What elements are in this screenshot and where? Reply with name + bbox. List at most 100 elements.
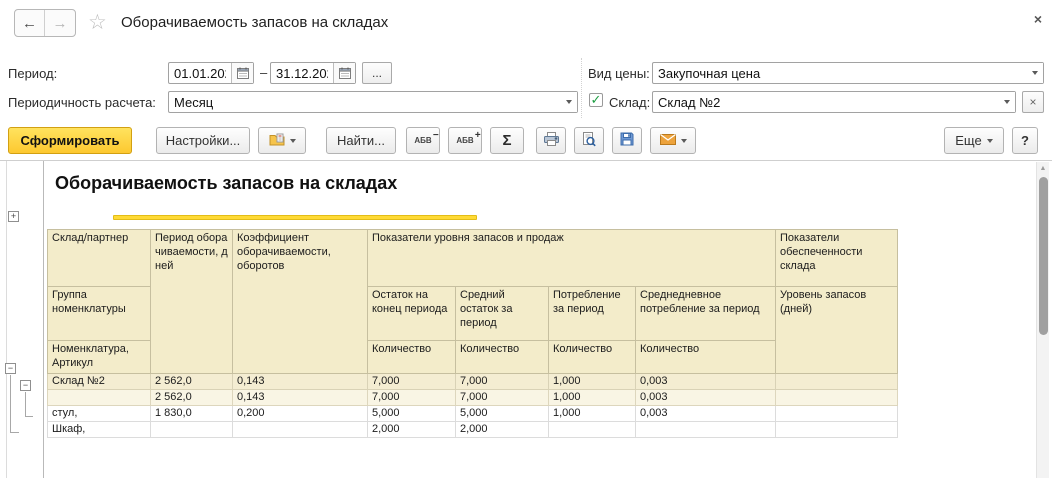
totals-button[interactable]: Σ	[490, 127, 524, 154]
row-name-cell[interactable]: Шкаф,	[47, 420, 151, 438]
header-nomenclature-sku[interactable]: Номенклатура, Артикул	[47, 340, 151, 374]
calendar-icon[interactable]	[333, 63, 355, 83]
tree-collapse-icon[interactable]: −	[5, 363, 16, 374]
expand-groups-button[interactable]: АБВ +	[448, 127, 482, 154]
cell[interactable]: 1 830,0	[150, 404, 233, 422]
more-actions-button[interactable]: Еще	[944, 127, 1004, 154]
cell[interactable]: 7,000	[455, 388, 549, 406]
cell[interactable]	[232, 420, 368, 438]
warehouse-checkbox[interactable]: ✓	[589, 93, 603, 107]
settings-button[interactable]: Настройки...	[156, 127, 250, 154]
cell[interactable]: 0,200	[232, 404, 368, 422]
cell[interactable]	[775, 388, 898, 406]
preview-button[interactable]	[574, 127, 604, 154]
cell[interactable]: 5,000	[367, 404, 456, 422]
header-end-balance[interactable]: Остаток на конец периода	[367, 286, 456, 341]
header-stock-level[interactable]: Уровень запасов (дней)	[775, 286, 898, 374]
chevron-down-icon[interactable]	[998, 92, 1015, 112]
header-quantity[interactable]: Количество	[548, 340, 636, 374]
periodicity-input[interactable]	[169, 92, 560, 112]
cell[interactable]	[635, 420, 776, 438]
generate-button[interactable]: Сформировать	[8, 127, 132, 154]
cell[interactable]	[775, 372, 898, 390]
header-avg-daily-consumption[interactable]: Среднедневное потребление за период	[635, 286, 776, 341]
scrollbar-thumb[interactable]	[1039, 177, 1048, 335]
periodicity-combo[interactable]	[168, 91, 578, 113]
cell[interactable]: 1,000	[548, 372, 636, 390]
cell[interactable]: 7,000	[367, 372, 456, 390]
cell[interactable]: 0,003	[635, 388, 776, 406]
header-turnover-ratio[interactable]: Коэффициент оборачиваемости, оборотов	[232, 229, 368, 374]
chevron-down-icon[interactable]	[560, 92, 577, 112]
warehouse-input[interactable]	[653, 92, 998, 112]
header-quantity[interactable]: Количество	[455, 340, 549, 374]
cell[interactable]: 2 562,0	[150, 388, 233, 406]
report-area: + − − Оборачиваемость запасов на складах…	[0, 160, 1052, 478]
period-from-input[interactable]	[169, 63, 231, 83]
row-name-cell[interactable]: Склад №2	[47, 372, 151, 390]
row-name-cell[interactable]	[47, 388, 151, 406]
find-button[interactable]: Найти...	[326, 127, 396, 154]
header-avg-balance[interactable]: Средний остаток за период	[455, 286, 549, 341]
collapse-groups-button[interactable]: АБВ −	[406, 127, 440, 154]
cell[interactable]: 7,000	[367, 388, 456, 406]
cell[interactable]: 2,000	[367, 420, 456, 438]
warehouse-combo[interactable]	[652, 91, 1016, 113]
preview-magnifier-icon	[582, 131, 596, 150]
cell[interactable]	[548, 420, 636, 438]
cell[interactable]	[775, 420, 898, 438]
cell[interactable]: 0,143	[232, 388, 368, 406]
help-button[interactable]: ?	[1012, 127, 1038, 154]
period-to-input[interactable]	[271, 63, 333, 83]
header-warehouse-partner[interactable]: Склад/партнер	[47, 229, 151, 287]
print-button[interactable]	[536, 127, 566, 154]
header-quantity[interactable]: Количество	[367, 340, 456, 374]
more-actions-label: Еще	[955, 133, 982, 148]
close-icon[interactable]: ×	[1028, 9, 1048, 29]
cell[interactable]: 7,000	[455, 372, 549, 390]
header-consumption[interactable]: Потребление за период	[548, 286, 636, 341]
table-row: стул, 1 830,0 0,200 5,000 5,000 1,000 0,…	[47, 404, 898, 422]
tree-collapse-icon[interactable]: −	[20, 380, 31, 391]
report-title-underline	[113, 215, 477, 220]
send-email-button[interactable]	[650, 127, 696, 154]
table-row: 2 562,0 0,143 7,000 7,000 1,000 0,003	[47, 388, 898, 406]
header-stock-sales-group[interactable]: Показатели уровня запасов и продаж	[367, 229, 776, 287]
cell[interactable]	[150, 420, 233, 438]
back-arrow-icon[interactable]: ←	[15, 10, 45, 36]
chevron-down-icon[interactable]	[1026, 63, 1043, 83]
header-nomenclature-group[interactable]: Группа номенклатуры	[47, 286, 151, 341]
favorite-star-icon[interactable]: ☆	[88, 10, 107, 35]
forward-arrow-icon[interactable]: →	[45, 10, 75, 36]
tree-line	[10, 375, 11, 433]
report-variant-button[interactable]	[258, 127, 306, 154]
price-type-combo[interactable]	[652, 62, 1044, 84]
period-to-field[interactable]	[270, 62, 356, 84]
tree-expand-icon[interactable]: +	[8, 211, 19, 222]
header-turnover-period[interactable]: Период оборачиваемости, дней	[150, 229, 233, 374]
cell[interactable]: 1,000	[548, 404, 636, 422]
report-left-border	[6, 161, 7, 478]
save-button[interactable]	[612, 127, 642, 154]
header-supply-group[interactable]: Показатели обеспеченности склада	[775, 229, 898, 287]
cell[interactable]: 2,000	[455, 420, 549, 438]
cell[interactable]	[775, 404, 898, 422]
cell[interactable]: 0,143	[232, 372, 368, 390]
cell[interactable]: 0,003	[635, 372, 776, 390]
period-from-field[interactable]	[168, 62, 254, 84]
cell[interactable]: 5,000	[455, 404, 549, 422]
warehouse-clear-button[interactable]: ×	[1022, 91, 1044, 113]
warehouse-label: Склад:	[609, 95, 651, 110]
period-more-button[interactable]: ...	[362, 62, 392, 84]
header-quantity[interactable]: Количество	[635, 340, 776, 374]
row-name-cell[interactable]: стул,	[47, 404, 151, 422]
cell[interactable]: 2 562,0	[150, 372, 233, 390]
grouping-margin-separator	[43, 161, 44, 478]
vertical-scrollbar[interactable]: ▲	[1036, 162, 1049, 478]
price-type-input[interactable]	[653, 63, 1026, 83]
scroll-up-icon[interactable]: ▲	[1037, 165, 1049, 172]
cell[interactable]: 0,003	[635, 404, 776, 422]
floppy-save-icon	[620, 132, 634, 149]
cell[interactable]: 1,000	[548, 388, 636, 406]
calendar-icon[interactable]	[231, 63, 253, 83]
